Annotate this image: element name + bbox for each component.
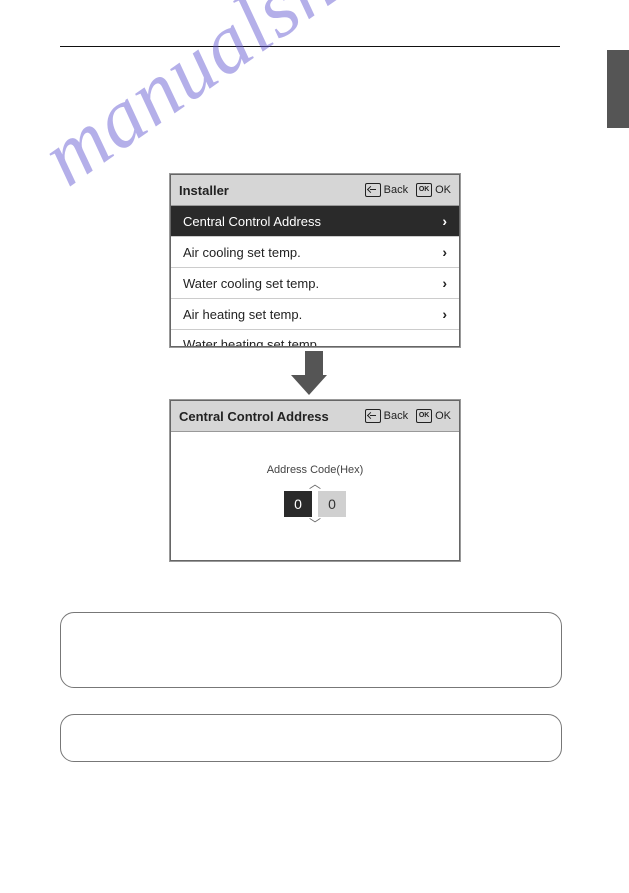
chevron-up-icon[interactable]: ︿ bbox=[309, 479, 321, 489]
page-edge-tab bbox=[607, 50, 629, 128]
menu-item-label: Air heating set temp. bbox=[183, 307, 302, 322]
chevron-right-icon: › bbox=[442, 213, 447, 229]
back-label: Back bbox=[384, 184, 408, 196]
digit-stepper-2[interactable]: 0 bbox=[318, 491, 346, 517]
menu-item-label: Central Control Address bbox=[183, 214, 321, 229]
address-code-label: Address Code(Hex) bbox=[267, 464, 364, 476]
horizontal-rule bbox=[60, 46, 560, 47]
installer-menu-panel: Installer Back OK OK Central Control Add… bbox=[170, 174, 460, 347]
panel1-title: Installer bbox=[179, 183, 357, 198]
menu-item-air-cooling[interactable]: Air cooling set temp. › bbox=[171, 237, 459, 268]
menu-item-air-heating[interactable]: Air heating set temp. › bbox=[171, 299, 459, 330]
ok-button[interactable]: OK OK bbox=[416, 183, 451, 197]
menu-item-label: Water heating set temp. bbox=[183, 330, 321, 346]
menu-item-central-control[interactable]: Central Control Address › bbox=[171, 206, 459, 237]
chevron-right-icon: › bbox=[442, 275, 447, 291]
chevron-right-icon: › bbox=[442, 244, 447, 260]
ok-label: OK bbox=[435, 410, 451, 422]
rounded-box-1 bbox=[60, 612, 562, 688]
back-icon bbox=[365, 409, 381, 423]
back-icon bbox=[365, 183, 381, 197]
address-panel: Central Control Address Back OK OK Addre… bbox=[170, 400, 460, 561]
menu-list: Central Control Address › Air cooling se… bbox=[171, 206, 459, 346]
panel2-titlebar: Central Control Address Back OK OK bbox=[171, 401, 459, 432]
ok-label: OK bbox=[435, 184, 451, 196]
menu-item-label: Air cooling set temp. bbox=[183, 245, 301, 260]
digit-stepper-1[interactable]: 0 bbox=[284, 491, 312, 517]
arrow-down-icon bbox=[300, 351, 327, 395]
ok-icon: OK bbox=[416, 183, 432, 197]
panel2-body: Address Code(Hex) ︿ 0 0 ﹀ bbox=[171, 432, 459, 560]
back-button[interactable]: Back bbox=[365, 183, 408, 197]
panel1-titlebar: Installer Back OK OK bbox=[171, 175, 459, 206]
panel2-title: Central Control Address bbox=[179, 409, 357, 424]
ok-icon: OK bbox=[416, 409, 432, 423]
digit-group: 0 0 bbox=[284, 491, 346, 517]
back-button[interactable]: Back bbox=[365, 409, 408, 423]
ok-button[interactable]: OK OK bbox=[416, 409, 451, 423]
menu-item-water-cooling[interactable]: Water cooling set temp. › bbox=[171, 268, 459, 299]
chevron-down-icon[interactable]: ﹀ bbox=[309, 519, 321, 529]
rounded-box-2 bbox=[60, 714, 562, 762]
menu-item-cutoff: Water heating set temp. bbox=[171, 330, 459, 346]
menu-item-label: Water cooling set temp. bbox=[183, 276, 319, 291]
back-label: Back bbox=[384, 410, 408, 422]
chevron-right-icon: › bbox=[442, 306, 447, 322]
